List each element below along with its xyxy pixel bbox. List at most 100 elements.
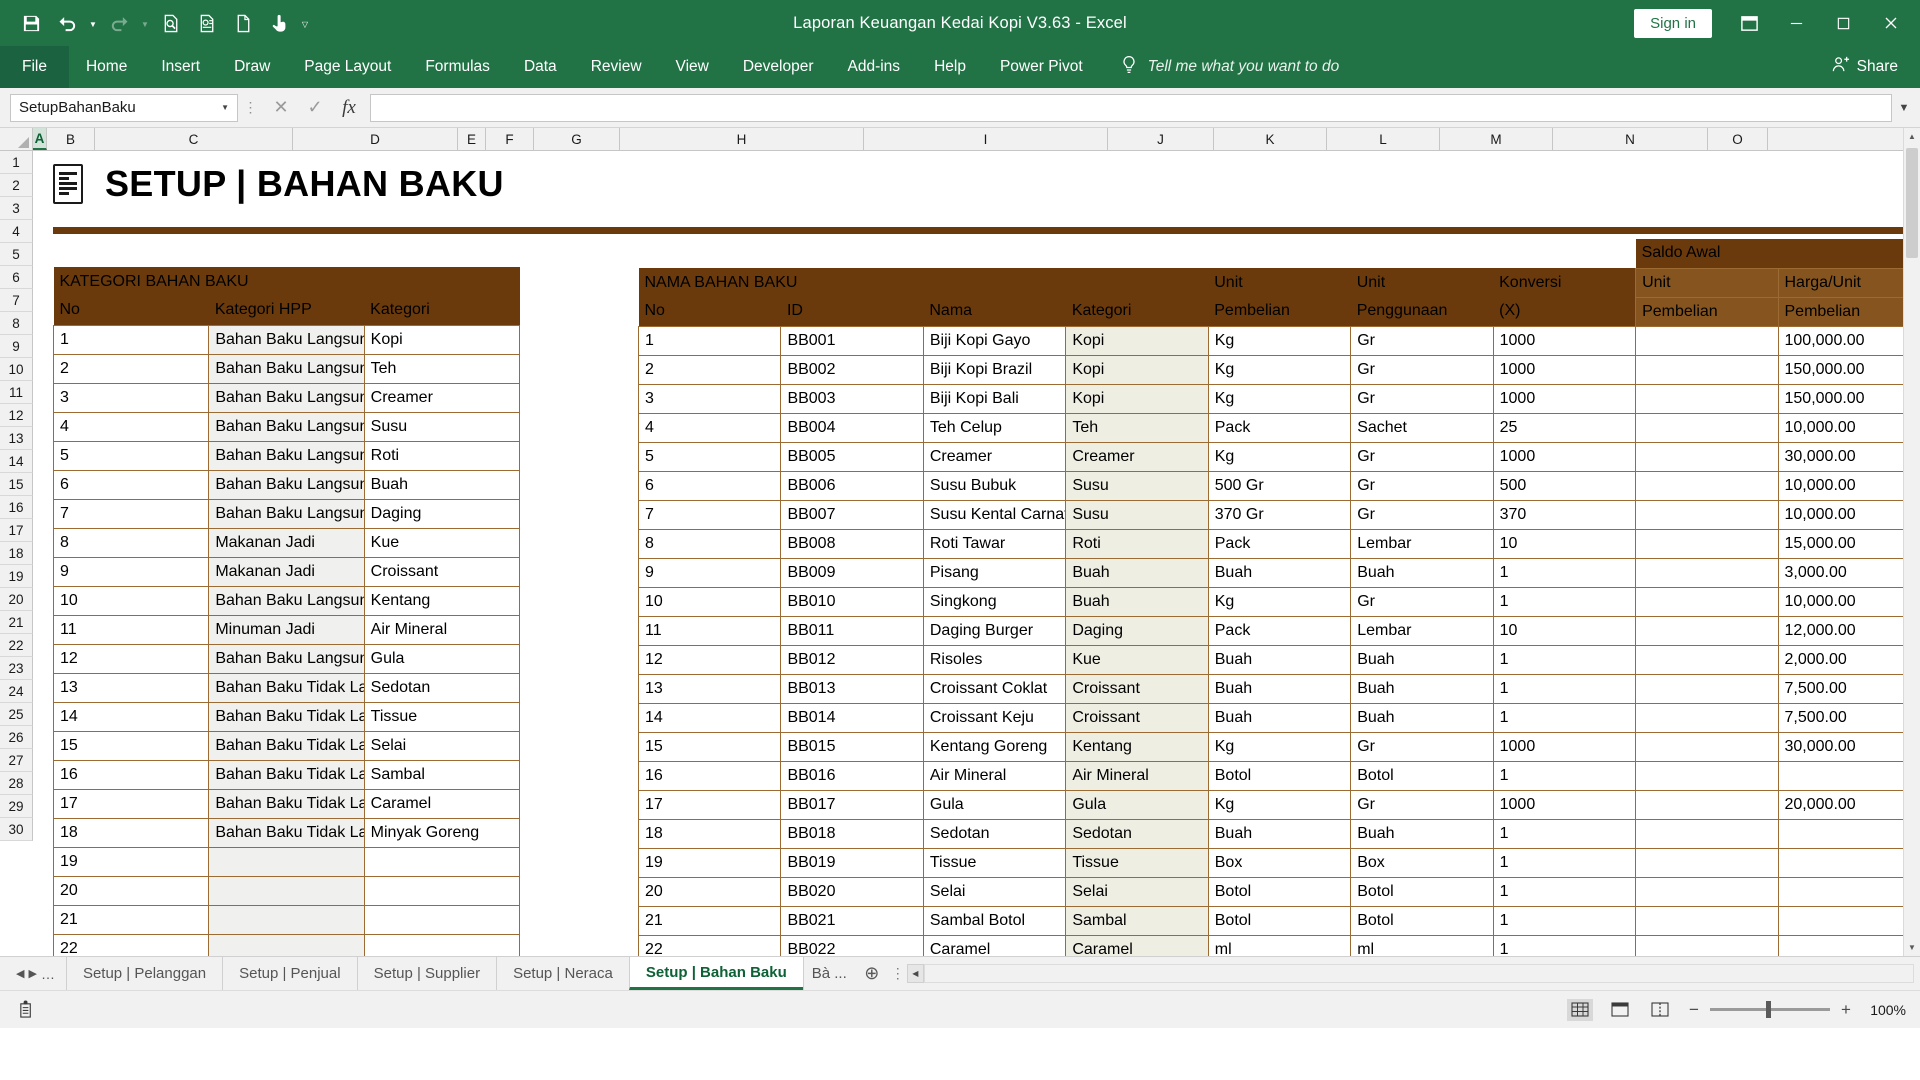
- cell-kategori-hpp[interactable]: Bahan Baku Langsung: [208, 469, 365, 500]
- cell-kategori[interactable]: Daging: [1065, 615, 1209, 646]
- new-file-icon[interactable]: [226, 6, 260, 40]
- cell-no[interactable]: 19: [52, 846, 210, 877]
- cell-no[interactable]: 15: [52, 730, 210, 761]
- row-header-18[interactable]: 18: [0, 542, 33, 565]
- cell-konversi[interactable]: 370: [1492, 499, 1637, 530]
- cell-nama[interactable]: Gula: [922, 789, 1067, 820]
- cell-no[interactable]: 17: [637, 789, 782, 820]
- table-row[interactable]: 8 BB008 Roti Tawar Roti Pack Lembar 10 15,000.0…: [637, 528, 1920, 559]
- row-header-7[interactable]: 7: [0, 289, 33, 312]
- cell-kategori[interactable]: Croissant: [1065, 673, 1209, 704]
- cell-nama[interactable]: Risoles: [922, 644, 1067, 675]
- cell-saldo-unit[interactable]: [1635, 586, 1779, 617]
- cell-unit-penggunaan[interactable]: Lembar: [1350, 528, 1494, 559]
- cell-saldo-unit[interactable]: [1635, 673, 1779, 704]
- table-row[interactable]: 21: [52, 904, 521, 935]
- table-row[interactable]: 8 Makanan Jadi Kue: [52, 527, 521, 558]
- row-header-19[interactable]: 19: [0, 565, 33, 588]
- table-row[interactable]: 18 BB018 Sedotan Sedotan Buah Buah 1: [637, 818, 1920, 849]
- cell-kategori-hpp[interactable]: Bahan Baku Langsung: [208, 643, 365, 674]
- row-header-12[interactable]: 12: [0, 404, 33, 427]
- cell-id[interactable]: BB016: [780, 760, 924, 791]
- cell-kategori[interactable]: Gula: [1065, 789, 1209, 820]
- cell-kategori[interactable]: Teh: [1065, 412, 1209, 443]
- cell-no[interactable]: 9: [52, 556, 210, 587]
- cell-saldo-harga[interactable]: 10,000.00: [1777, 586, 1920, 617]
- cell-no[interactable]: 2: [52, 353, 210, 384]
- cell-unit-pembelian[interactable]: ml: [1207, 934, 1352, 956]
- cell-nama[interactable]: Biji Kopi Bali: [922, 383, 1067, 414]
- undo-icon[interactable]: [50, 6, 84, 40]
- column-header-m[interactable]: M: [1440, 128, 1553, 150]
- cell-no[interactable]: 16: [637, 760, 782, 791]
- cell-no[interactable]: 18: [52, 817, 210, 848]
- row-header-29[interactable]: 29: [0, 795, 33, 818]
- cell-saldo-harga[interactable]: 30,000.00: [1777, 441, 1920, 472]
- cell-no[interactable]: 21: [637, 905, 782, 936]
- cell-kategori-hpp[interactable]: Bahan Baku Langsung: [208, 411, 365, 442]
- cell-id[interactable]: BB002: [780, 354, 924, 385]
- cell-unit-penggunaan[interactable]: Botol: [1350, 905, 1494, 936]
- cell-no[interactable]: 15: [637, 731, 782, 762]
- row-header-17[interactable]: 17: [0, 519, 33, 542]
- form-icon[interactable]: [190, 6, 224, 40]
- zoom-thumb[interactable]: [1766, 1001, 1771, 1018]
- cell-kategori[interactable]: Tissue: [1065, 847, 1209, 878]
- cell-kategori[interactable]: Buah: [1065, 586, 1209, 617]
- column-header-n[interactable]: N: [1553, 128, 1708, 150]
- column-header-l[interactable]: L: [1327, 128, 1440, 150]
- cell-no[interactable]: 4: [637, 412, 782, 443]
- table-row[interactable]: 16Bahan Baku Tidak LangsungSambal: [52, 759, 521, 790]
- column-header-f[interactable]: F: [486, 128, 534, 150]
- cell-konversi[interactable]: 1: [1492, 818, 1637, 849]
- cancel-entry-icon[interactable]: ✕: [264, 94, 298, 122]
- ribbon-tab-formulas[interactable]: Formulas: [408, 46, 507, 88]
- cell-no[interactable]: 16: [52, 759, 210, 790]
- cell-konversi[interactable]: 1: [1492, 644, 1637, 675]
- cell-id[interactable]: BB011: [780, 615, 924, 646]
- cell-kategori[interactable]: Croissant: [363, 556, 521, 587]
- cell-kategori[interactable]: Buah: [363, 469, 521, 500]
- cell-kategori[interactable]: Croissant: [1065, 702, 1209, 733]
- table-row[interactable]: 5 BB005 Creamer Creamer Kg Gr 1000 30,000.00: [637, 441, 1920, 472]
- cell-saldo-unit[interactable]: [1635, 412, 1779, 443]
- table-row[interactable]: 9 BB009 Pisang Buah Buah Buah 1 3,000.00: [637, 557, 1920, 588]
- cell-kategori[interactable]: Teh: [363, 353, 521, 384]
- sheet-tab-setup-supplier[interactable]: Setup | Supplier: [356, 957, 497, 990]
- cell-no[interactable]: 21: [52, 904, 210, 935]
- cell-no[interactable]: 22: [52, 933, 210, 956]
- cell-kategori-hpp[interactable]: Bahan Baku Tidak Langsung: [208, 817, 365, 848]
- table-row[interactable]: 3 Bahan Baku Langsung Creamer: [52, 382, 521, 413]
- cell-unit-penggunaan[interactable]: Sachet: [1350, 412, 1494, 443]
- cell-kategori-hpp[interactable]: Bahan Baku Langsung: [208, 498, 365, 529]
- cell-no[interactable]: 19: [637, 847, 782, 878]
- cell-no[interactable]: 12: [637, 644, 782, 675]
- sheet-tab-setup-neraca[interactable]: Setup | Neraca: [496, 957, 629, 990]
- table-row[interactable]: 17Bahan Baku Tidak LangsungCaramel: [52, 788, 521, 819]
- touch-mode-icon[interactable]: [262, 6, 296, 40]
- cell-konversi[interactable]: 1000: [1492, 731, 1637, 762]
- cell-konversi[interactable]: 1000: [1492, 441, 1637, 472]
- cell-kategori[interactable]: Caramel: [1065, 934, 1209, 956]
- cell-nama[interactable]: Air Mineral: [922, 760, 1067, 791]
- cell-no[interactable]: 5: [52, 440, 210, 471]
- cell-kategori[interactable]: Sambal: [1065, 905, 1209, 936]
- table-row[interactable]: 11 BB011 Daging Burger Daging Pack Lembar 10 12…: [637, 615, 1920, 646]
- table-row[interactable]: 4 BB004 Teh Celup Teh Pack Sachet 25 10,000.00: [637, 412, 1920, 443]
- cell-id[interactable]: BB014: [780, 702, 924, 733]
- add-sheet-icon[interactable]: ⊕: [855, 957, 889, 990]
- row-header-14[interactable]: 14: [0, 450, 33, 473]
- cell-unit-penggunaan[interactable]: Buah: [1350, 818, 1494, 849]
- cell-konversi[interactable]: 1: [1492, 557, 1637, 588]
- cell-saldo-harga[interactable]: 3,000.00: [1777, 557, 1920, 588]
- cell-no[interactable]: 8: [637, 528, 782, 559]
- cell-no[interactable]: 20: [52, 875, 210, 906]
- cell-kategori[interactable]: Daging: [363, 498, 521, 529]
- cell-no[interactable]: 11: [52, 614, 210, 645]
- cell-kategori-hpp[interactable]: Makanan Jadi: [208, 556, 365, 587]
- cell-unit-penggunaan[interactable]: Buah: [1350, 673, 1494, 704]
- cell-kategori[interactable]: [363, 875, 521, 906]
- row-header-24[interactable]: 24: [0, 680, 33, 703]
- cell-id[interactable]: BB009: [780, 557, 924, 588]
- cell-id[interactable]: BB008: [780, 528, 924, 559]
